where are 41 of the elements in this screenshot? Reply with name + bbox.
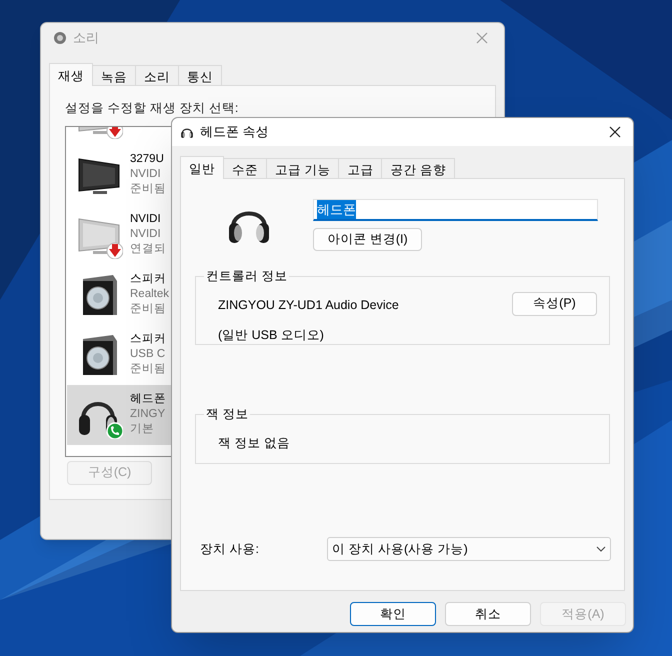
device-status: 연결되 (130, 242, 166, 258)
prompt-label: 설정을 수정할 재생 장치 선택: (65, 100, 240, 117)
tab[interactable]: 고급 (339, 158, 382, 178)
chevron-down-icon (596, 546, 606, 552)
device-usage-dropdown[interactable]: 이 장치 사용(사용 가능) (327, 537, 611, 561)
tab[interactable]: 고급 기능 (267, 158, 340, 178)
properties-button[interactable]: 속성(P) (512, 292, 597, 316)
tab[interactable]: 녹음 (93, 65, 136, 85)
dialog-button[interactable]: 확인 (350, 602, 436, 626)
device-name: NVIDI (130, 212, 162, 228)
device-status: 기본 (130, 422, 155, 438)
tab[interactable]: 수준 (224, 158, 267, 178)
controller-text: (일반 USB 오디오) (218, 326, 325, 344)
tab[interactable]: 일반 (180, 156, 224, 179)
device-name: 3279U (130, 152, 165, 168)
device-usage-label: 장치 사용: (200, 540, 260, 558)
device-status: 준비됨 (130, 182, 166, 198)
jack-info-text: 잭 정보 없음 (218, 434, 291, 452)
tab[interactable]: 재생 (49, 63, 93, 86)
window-title: 헤드폰 속성 (200, 123, 269, 142)
device-description: NVIDI (130, 167, 162, 182)
controller-text: ZINGYOU ZY-UD1 Audio Device (218, 296, 399, 314)
window-title: 소리 (73, 29, 99, 48)
device-description: Realtek (130, 287, 169, 302)
group-title: 잭 정보 (205, 406, 250, 423)
device-name: 스피커 (130, 332, 166, 348)
tab[interactable]: 공간 음향 (382, 158, 455, 178)
close-icon[interactable] (609, 126, 621, 138)
device-description: USB C (130, 347, 166, 362)
name-field[interactable]: 헤드폰 (313, 199, 598, 221)
dialog-button[interactable]: 취소 (445, 602, 531, 626)
device-description: NVIDI (130, 227, 162, 242)
device-name: 헤드폰 (130, 392, 166, 408)
change-icon-button[interactable]: 아이콘 변경(I) (313, 228, 422, 251)
tab[interactable]: 소리 (136, 65, 179, 85)
group-title: 컨트롤러 정보 (205, 268, 288, 285)
device-status: 준비됨 (130, 362, 166, 378)
device-description: ZINGY (130, 407, 166, 422)
device-name: 스피커 (130, 272, 167, 288)
tab[interactable]: 통신 (179, 65, 222, 85)
device-status: 준비됨 (130, 302, 167, 318)
